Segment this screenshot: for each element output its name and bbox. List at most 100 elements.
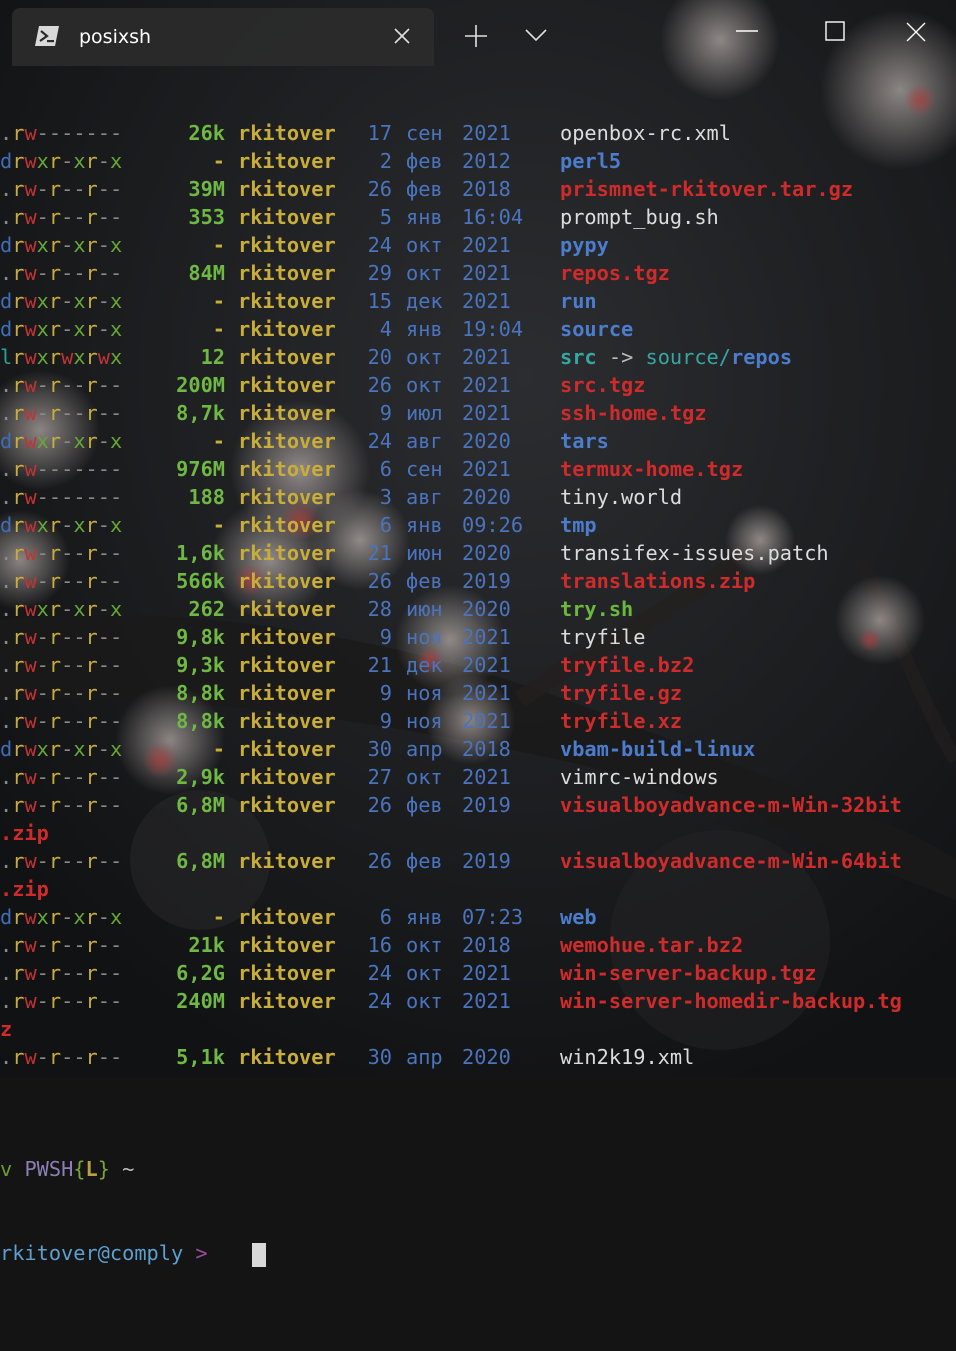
owner: rkitover — [238, 625, 336, 649]
owner: rkitover — [238, 513, 336, 537]
list-item: .rw-r--r-- 353 rkitover 5 янв 16:04 prompt_bug… — [0, 203, 956, 231]
chevron-down-icon[interactable] — [524, 26, 548, 44]
file-size: 39M — [188, 177, 225, 201]
owner: rkitover — [238, 1045, 336, 1069]
list-item: .rw-r--r-- 1,6k rkitover 21 июн 2020 transifex… — [0, 539, 956, 567]
file-name: tars — [560, 429, 609, 453]
tab-posixsh[interactable]: posixsh — [12, 8, 434, 66]
list-item: .rw-r--r-- 84M rkitover 29 окт 2021 repos.tgz — [0, 259, 956, 287]
date-day: 15 — [367, 289, 392, 313]
file-name: transifex-issues.patch — [560, 541, 829, 565]
plus-icon[interactable] — [464, 24, 488, 48]
date-day: 26 — [367, 177, 392, 201]
file-size: - — [212, 233, 225, 257]
file-size: 12 — [200, 345, 225, 369]
maximize-icon[interactable] — [824, 20, 846, 42]
prompt-input-line[interactable]: rkitover@comply > — [0, 1239, 956, 1267]
date-month: авг — [406, 485, 443, 509]
list-item: .rw-r--r-- 6,8M rkitover 26 фев 2019 visualboy… — [0, 847, 956, 875]
date-month: окт — [406, 765, 443, 789]
file-name: try.sh — [560, 597, 634, 621]
list-item: .rw-r--r-- 8,8k rkitover 9 ноя 2021 tryfile.gz — [0, 679, 956, 707]
file-size: - — [212, 149, 225, 173]
file-size: - — [212, 905, 225, 929]
list-item: .rw-r--r-- 9,3k rkitover 21 дек 2021 tryfile.b… — [0, 651, 956, 679]
date-day: 17 — [367, 121, 392, 145]
text-cursor[interactable] — [252, 1243, 266, 1267]
prompt-mode: L — [85, 1157, 98, 1181]
file-size: 6,8M — [176, 793, 225, 817]
list-item: .rw-r--r-- 6,2G rkitover 24 окт 2021 win-serve… — [0, 959, 956, 987]
date-month: янв — [406, 205, 443, 229]
date-month: фев — [406, 177, 443, 201]
date-year-or-time: 2021 — [462, 373, 511, 397]
terminal-output[interactable]: .rw------- 26k rkitover 17 сен 2021 openbox-rc… — [0, 63, 956, 1267]
list-item: drwxr-xr-x - rkitover 6 янв 09:26 tmp — [0, 511, 956, 539]
owner: rkitover — [238, 541, 336, 565]
date-month: ноя — [406, 709, 443, 733]
file-name: repos.tgz — [560, 261, 670, 285]
date-day: 9 — [379, 625, 392, 649]
date-month: ноя — [406, 625, 443, 649]
date-year-or-time: 2020 — [462, 429, 511, 453]
date-month: ноя — [406, 681, 443, 705]
date-year-or-time: 2021 — [462, 625, 511, 649]
file-name: openbox-rc.xml — [560, 121, 731, 145]
date-year-or-time: 19:04 — [462, 317, 524, 341]
date-year-or-time: 2021 — [462, 233, 511, 257]
list-item: drwxr-xr-x - rkitover 2 фев 2012 perl5 — [0, 147, 956, 175]
owner: rkitover — [238, 205, 336, 229]
list-item: drwxr-xr-x - rkitover 24 окт 2021 pypy — [0, 231, 956, 259]
file-name: perl5 — [560, 149, 622, 173]
date-day: 9 — [379, 401, 392, 425]
date-month: фев — [406, 793, 443, 817]
list-item: .rw-r--r-- 2,9k rkitover 27 окт 2021 vimrc-win… — [0, 763, 956, 791]
date-day: 2 — [379, 149, 392, 173]
file-size: 9,3k — [176, 653, 225, 677]
date-day: 6 — [379, 457, 392, 481]
date-month: сен — [406, 457, 443, 481]
prompt-shell: PWSH — [24, 1157, 74, 1181]
date-month: апр — [406, 1045, 443, 1069]
list-item: drwxr-xr-x - rkitover 24 авг 2020 tars — [0, 427, 956, 455]
close-icon[interactable] — [392, 26, 412, 46]
date-month: фев — [406, 569, 443, 593]
date-month: сен — [406, 121, 443, 145]
date-month: фев — [406, 149, 443, 173]
link-arrow: -> — [608, 345, 634, 369]
owner: rkitover — [238, 289, 336, 313]
list-item: .rw-r--r-- 5,1k rkitover 30 апр 2020 win2k19.x… — [0, 1043, 956, 1071]
date-year-or-time: 2019 — [462, 793, 511, 817]
prompt-symbol: > — [195, 1241, 208, 1265]
minimize-icon[interactable] — [734, 22, 760, 40]
list-item: .rw-r--r-- 21k rkitover 16 окт 2018 wemohue.ta… — [0, 931, 956, 959]
file-name: visualboyadvance-m-Win-64bit — [560, 849, 902, 873]
date-year-or-time: 2021 — [462, 681, 511, 705]
file-name: win2k19.xml — [560, 1045, 695, 1069]
date-year-or-time: 2019 — [462, 569, 511, 593]
list-item: .rw-r--r-- 200M rkitover 26 окт 2021 src.tgz — [0, 371, 956, 399]
prompt-cwd: ~ — [122, 1157, 135, 1181]
date-month: дек — [406, 289, 443, 313]
date-day: 26 — [367, 373, 392, 397]
date-day: 30 — [367, 1045, 392, 1069]
link-target-name: repos — [730, 345, 793, 369]
file-name: win-server-backup.tgz — [560, 961, 817, 985]
owner: rkitover — [238, 261, 336, 285]
file-size: - — [212, 289, 225, 313]
date-year-or-time: 2021 — [462, 261, 511, 285]
list-item: .rw-r--r-- 39M rkitover 26 фев 2018 prismnet-r… — [0, 175, 956, 203]
file-size: 6,2G — [176, 961, 225, 985]
close-icon[interactable] — [904, 20, 928, 44]
list-item: drwxr-xr-x - rkitover 30 апр 2018 vbam-build-l… — [0, 735, 956, 763]
owner: rkitover — [238, 373, 336, 397]
link-name: src — [560, 345, 597, 369]
file-size: - — [212, 317, 225, 341]
file-listing: .rw------- 26k rkitover 17 сен 2021 openbox-rc… — [0, 119, 956, 1071]
owner: rkitover — [238, 597, 336, 621]
date-year-or-time: 2018 — [462, 177, 511, 201]
owner: rkitover — [238, 681, 336, 705]
file-name: tryfile.bz2 — [560, 653, 695, 677]
date-year-or-time: 2021 — [462, 653, 511, 677]
date-year-or-time: 2020 — [462, 597, 511, 621]
